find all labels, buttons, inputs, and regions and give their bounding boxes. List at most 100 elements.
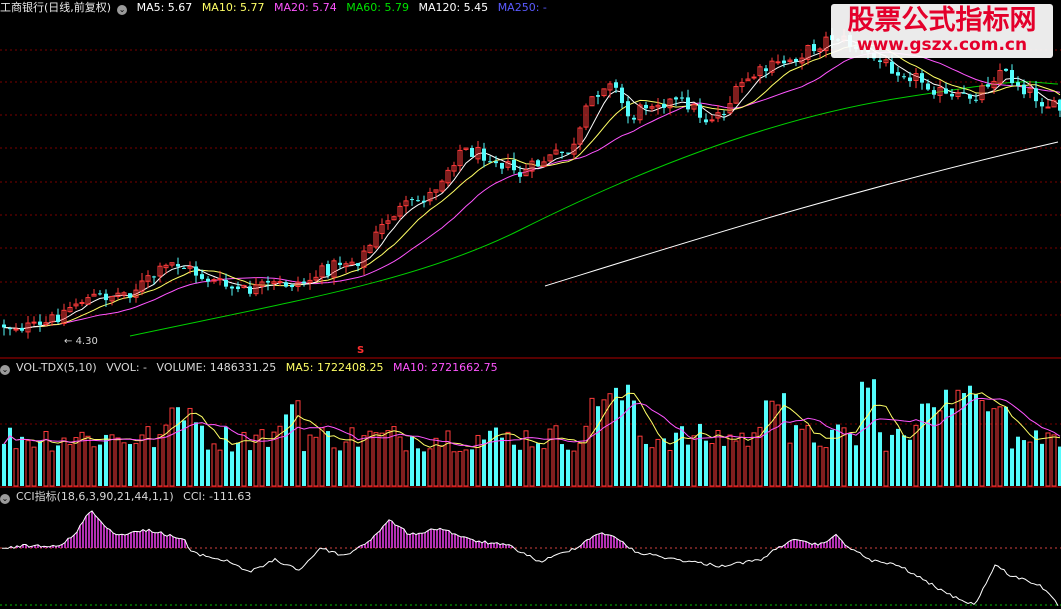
candle-down	[410, 199, 414, 201]
volume-panel-header: ⌄ VOL-TDX(5,10) VVOL: - VOLUME: 1486331.2…	[0, 360, 504, 376]
volume-ma10-value: MA10: 2721662.75	[392, 361, 498, 374]
volume-bar-up	[397, 436, 403, 487]
candle-down	[962, 92, 966, 94]
ma120-path	[544, 141, 1059, 287]
candle-down	[422, 200, 426, 203]
volume-bar-down	[176, 407, 180, 486]
candle-down	[878, 60, 882, 62]
volume-bar-up	[733, 440, 739, 487]
candle-down	[104, 293, 108, 301]
candle-down	[632, 117, 636, 120]
volume-bar-up	[991, 408, 997, 487]
volume-bar-up	[799, 428, 805, 487]
chevron-down-icon[interactable]: ⌄	[0, 365, 10, 375]
volume-bar-up	[187, 407, 193, 487]
volume-bar-down	[950, 408, 954, 486]
stock-title[interactable]: 工商银行(日线,前复权)	[0, 1, 111, 14]
volume-bar-up	[775, 404, 781, 487]
volume-bar-up	[583, 425, 589, 487]
volume-bar-down	[860, 381, 864, 486]
volume-bar-up	[691, 435, 697, 487]
volume-bar-up	[541, 448, 547, 487]
volume-bar-down	[614, 387, 618, 486]
volume-bar-down	[1004, 406, 1008, 486]
candle-down	[512, 159, 516, 171]
candle-down	[470, 148, 474, 157]
candle-down	[698, 104, 702, 118]
volume-bar-down	[854, 445, 858, 486]
low-price-value: 4.30	[75, 336, 98, 347]
volume-bar-down	[128, 444, 132, 486]
volume-bar-up	[1045, 432, 1051, 487]
candle-down	[518, 172, 522, 177]
candle-down	[764, 68, 768, 72]
ma20-polyline	[3, 51, 1061, 330]
volume-bar-down	[536, 443, 540, 486]
candle-up	[277, 281, 283, 284]
volume-bar-up	[217, 449, 223, 487]
volume-bar-down	[680, 426, 684, 486]
candle-down	[722, 113, 726, 115]
volume-bar-down	[356, 446, 360, 486]
volume-bar-down	[1040, 443, 1044, 486]
volume-bar-up	[823, 447, 829, 487]
volume-bar-up	[211, 443, 217, 487]
volume-bar-up	[169, 407, 175, 487]
candle-down	[686, 97, 690, 110]
volume-bar-up	[475, 434, 481, 487]
candle-down	[536, 160, 540, 167]
volume-bar-down	[794, 425, 798, 486]
volume-bar-down	[248, 450, 252, 486]
candle-down	[926, 83, 930, 90]
volume-bar-up	[667, 449, 673, 487]
candle-down	[98, 293, 102, 295]
volume-bar-down	[266, 446, 270, 486]
volume-bar-down	[686, 444, 690, 486]
candle-down	[566, 152, 570, 154]
cci-indicator-name[interactable]: CCI指标(18,6,3,90,21,44,1,1)	[16, 490, 174, 503]
volume-bar-up	[67, 443, 73, 487]
volume-bar-down	[38, 440, 42, 486]
volume-bar-down	[230, 451, 234, 486]
volume-bar-down	[704, 440, 708, 486]
volume-bar-down	[926, 403, 930, 486]
candle-down	[908, 77, 912, 82]
volume-bar-down	[56, 445, 60, 486]
ma250-value: MA250: -	[497, 1, 547, 14]
candle-down	[1040, 102, 1044, 107]
cci-panel-header: ⌄ CCI指标(18,6,3,90,21,44,1,1) CCI: -111.63	[0, 489, 257, 505]
volume-bar-down	[1010, 448, 1014, 486]
volume-bar-up	[817, 445, 823, 487]
candle-down	[620, 87, 624, 104]
ma60-line	[129, 81, 1059, 337]
candle-down	[284, 282, 288, 287]
volume-bar-up	[439, 445, 445, 487]
candle-down	[20, 327, 24, 331]
chevron-down-icon[interactable]: ⌄	[0, 494, 10, 504]
candle-down	[416, 200, 420, 202]
volume-bar-down	[224, 426, 228, 486]
volume-bar-down	[200, 425, 204, 486]
candle-down	[194, 266, 198, 276]
candle-down	[794, 58, 798, 62]
candle-down	[974, 99, 978, 101]
ma10-value: MA10: 5.77	[201, 1, 265, 14]
volume-bar-up	[367, 430, 373, 487]
volume-bar-up	[727, 434, 733, 487]
watermark-url: www.gszx.com.cn	[856, 35, 1028, 55]
volume-bar-down	[236, 442, 240, 486]
stock-chart-canvas[interactable]	[0, 0, 1061, 609]
volume-bar-up	[403, 450, 409, 487]
ma10-polyline	[3, 43, 1061, 330]
settings-circle-icon[interactable]: ⌄	[117, 5, 128, 15]
volume-bar-up	[445, 430, 451, 487]
volume-indicator-name[interactable]: VOL-TDX(5,10)	[16, 361, 97, 374]
volume-bar-up	[979, 400, 985, 487]
volume-bar-up	[295, 400, 301, 487]
candle-down	[560, 151, 564, 153]
candle-down	[248, 286, 252, 294]
candle-down	[1022, 84, 1026, 95]
volume-bar-up	[115, 437, 121, 487]
volume-bar-up	[577, 442, 583, 487]
volume-bar-down	[662, 438, 666, 486]
